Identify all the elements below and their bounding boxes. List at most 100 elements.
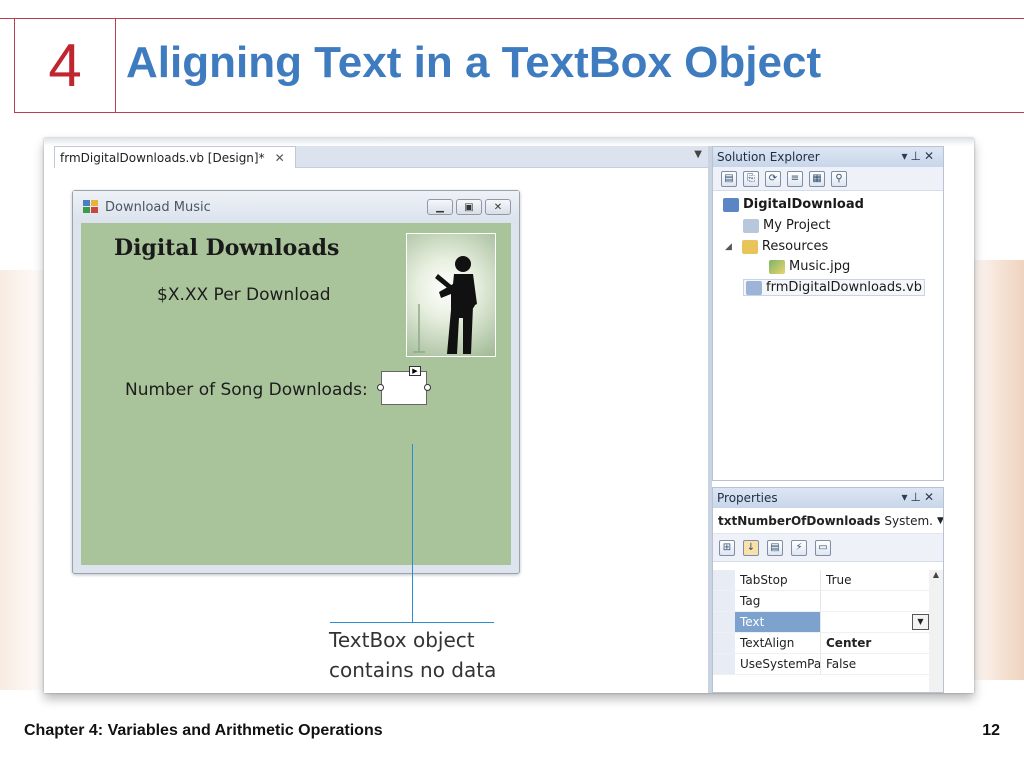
folder-icon (741, 239, 758, 254)
heading-label[interactable]: Digital Downloads (114, 235, 339, 261)
form-icon (83, 200, 99, 214)
property-value-text[interactable]: ▼ (821, 612, 943, 632)
guitarist-silhouette-icon (413, 256, 477, 354)
property-value[interactable]: False (821, 654, 943, 674)
solution-explorer-panel: Solution Explorer ▾⊥✕ ▤ ⎘ ⟳ ≡ ▦ ⚲ Digita… (712, 146, 944, 481)
properties-title: Properties (717, 491, 778, 505)
view-designer-icon[interactable]: ▦ (809, 170, 825, 187)
smart-tag-icon[interactable]: ▶ (409, 366, 421, 376)
show-all-files-icon[interactable]: ⎘ (743, 170, 759, 187)
resize-handle-left[interactable] (377, 384, 384, 391)
property-row-tabstop[interactable]: TabStop True (713, 570, 943, 591)
close-window-icon[interactable]: ✕ (485, 199, 511, 215)
tree-item-label: DigitalDownload (743, 197, 864, 212)
property-row-tag[interactable]: Tag (713, 591, 943, 612)
tab-label: frmDigitalDownloads.vb [Design]* (60, 150, 265, 165)
object-selector[interactable]: txtNumberOfDownloads System. ▼ (713, 508, 943, 534)
guitarist-picture[interactable] (406, 233, 496, 357)
form-client-area: Digital Downloads $X.XX Per Download Num… (81, 223, 511, 565)
screenshot-edge (44, 138, 974, 146)
property-row-usesystempassword[interactable]: UseSystemPa False (713, 654, 943, 675)
close-icon[interactable]: ✕ (275, 151, 285, 165)
document-tab-strip: frmDigitalDownloads.vb [Design]* ✕ ▼ (54, 146, 708, 168)
close-icon[interactable]: ✕ (924, 149, 937, 163)
downloads-textbox[interactable]: ▶ (377, 366, 431, 405)
property-value[interactable]: Center (821, 633, 943, 653)
properties-icon[interactable]: ▤ (721, 170, 737, 187)
chevron-down-icon[interactable]: ▼ (937, 516, 943, 526)
alphabetical-icon[interactable]: ↓ (743, 539, 759, 556)
header-divider-top (0, 18, 1024, 19)
downloads-label[interactable]: Number of Song Downloads: (125, 380, 368, 400)
tree-item-resources[interactable]: ◢ Resources (725, 239, 828, 254)
solution-explorer-title: Solution Explorer (717, 150, 820, 164)
callout-line-1: TextBox object (329, 628, 475, 652)
callout-leader-line (412, 444, 413, 622)
callout-text: TextBox object contains no data (329, 625, 496, 685)
tree-item-music-jpg[interactable]: Music.jpg (769, 259, 850, 274)
footer-chapter-title: Chapter 4: Variables and Arithmetic Oper… (24, 722, 383, 739)
header-divider-bottom (14, 112, 1024, 113)
events-icon[interactable]: ⚡ (791, 539, 807, 556)
chevron-down-icon[interactable]: ▼ (694, 149, 702, 160)
form-titlebar: Download Music ▁ ▣ ✕ (73, 191, 519, 223)
refresh-icon[interactable]: ⟳ (765, 170, 781, 187)
maximize-icon[interactable]: ▣ (456, 199, 482, 215)
resize-handle-right[interactable] (424, 384, 431, 391)
property-row-text[interactable]: Text ▼ (713, 612, 943, 633)
minimize-icon[interactable]: ▁ (427, 199, 453, 215)
properties-icon[interactable]: ▤ (767, 539, 783, 556)
property-name: Text (735, 612, 821, 632)
property-name: UseSystemPa (735, 654, 821, 674)
callout-underline (330, 622, 494, 623)
window-controls: ▁ ▣ ✕ (427, 199, 511, 215)
class-diagram-icon[interactable]: ⚲ (831, 170, 847, 187)
tree-item-form-file[interactable]: frmDigitalDownloads.vb (743, 279, 925, 296)
chevron-down-icon[interactable]: ▼ (912, 614, 929, 630)
property-name: TextAlign (735, 633, 821, 653)
property-value[interactable]: True (821, 570, 943, 590)
property-grid: TabStop True Tag Text ▼ TextAlign Center (713, 570, 943, 675)
chapter-badge: 4 (14, 18, 116, 113)
tree-item-project[interactable]: DigitalDownload (723, 197, 864, 212)
property-name: TabStop (735, 570, 821, 590)
panel-controls: ▾⊥✕ (901, 149, 937, 163)
properties-header: Properties ▾⊥✕ (713, 488, 943, 508)
image-file-icon (769, 259, 785, 274)
slide-title: Aligning Text in a TextBox Object (126, 38, 822, 87)
tree-item-label: frmDigitalDownloads.vb (766, 280, 922, 295)
background-decoration-left (0, 270, 50, 690)
my-project-icon (743, 218, 759, 233)
object-type: System. (884, 513, 933, 528)
callout-line-2: contains no data (329, 658, 497, 682)
tree-item-label: My Project (763, 218, 831, 233)
close-icon[interactable]: ✕ (924, 490, 937, 504)
chapter-number: 4 (48, 32, 82, 99)
properties-toolbar: ⊞ ↓ ▤ ⚡ ▭ (713, 534, 943, 562)
solution-explorer-header: Solution Explorer ▾⊥✕ (713, 147, 943, 167)
form-title: Download Music (105, 199, 211, 215)
panel-controls: ▾⊥✕ (901, 490, 937, 504)
property-value[interactable] (821, 591, 943, 611)
property-row-textalign[interactable]: TextAlign Center (713, 633, 943, 654)
properties-scrollbar[interactable]: ▲ (929, 570, 943, 692)
ide-screenshot: frmDigitalDownloads.vb [Design]* ✕ ▼ Dow… (44, 138, 974, 693)
property-pages-icon[interactable]: ▭ (815, 539, 831, 556)
tree-item-label: Resources (761, 239, 829, 254)
view-code-icon[interactable]: ≡ (787, 170, 803, 187)
form-designer-surface: Download Music ▁ ▣ ✕ Digital Downloads $… (54, 168, 708, 693)
page-number: 12 (982, 722, 1000, 739)
tab-form-design[interactable]: frmDigitalDownloads.vb [Design]* ✕ (54, 146, 296, 168)
price-label[interactable]: $X.XX Per Download (157, 285, 331, 305)
tree-item-my-project[interactable]: My Project (743, 218, 831, 233)
form-file-icon (746, 280, 762, 295)
expand-arrow-icon[interactable]: ◢ (725, 242, 732, 252)
properties-panel: Properties ▾⊥✕ txtNumberOfDownloads Syst… (712, 487, 944, 693)
solution-explorer-toolbar: ▤ ⎘ ⟳ ≡ ▦ ⚲ (713, 167, 943, 191)
form-window[interactable]: Download Music ▁ ▣ ✕ Digital Downloads $… (72, 190, 520, 574)
categorized-icon[interactable]: ⊞ (719, 539, 735, 556)
pin-icon[interactable]: ⊥ (910, 490, 923, 504)
pin-icon[interactable]: ⊥ (910, 149, 923, 163)
project-icon (723, 197, 739, 212)
tree-item-label: Music.jpg (789, 259, 851, 274)
